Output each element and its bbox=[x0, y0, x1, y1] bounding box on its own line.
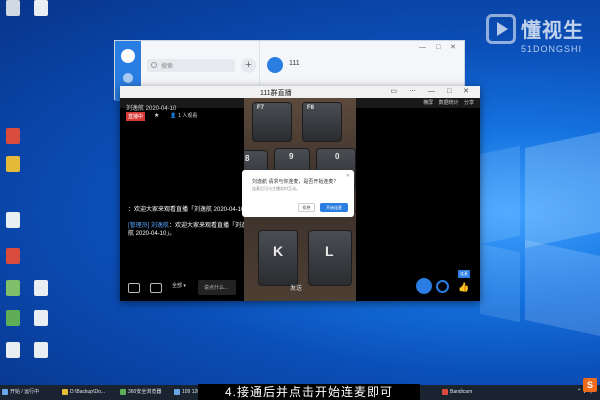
stats-button[interactable]: 数据统计 bbox=[439, 100, 459, 106]
connect-label: 连麦 bbox=[458, 270, 470, 278]
taskbar-item[interactable]: 开始 / 运行中 bbox=[0, 385, 56, 400]
start-connect-button[interactable]: 开始连麦 bbox=[320, 203, 348, 212]
file-icon bbox=[6, 212, 20, 228]
live-topbar-actions: 横屏 数据统计 分享 bbox=[419, 99, 474, 106]
send-button[interactable]: 发送 bbox=[290, 283, 302, 292]
search-icon bbox=[151, 62, 157, 68]
file-icon bbox=[34, 310, 48, 326]
mic-icon[interactable] bbox=[416, 278, 432, 294]
file-icon bbox=[6, 280, 20, 296]
add-button[interactable]: + bbox=[241, 58, 256, 73]
user-avatar[interactable] bbox=[121, 49, 135, 63]
brand-logo-icon: S bbox=[583, 378, 597, 392]
wallpaper-light-beam bbox=[480, 243, 520, 323]
watermark-logo-icon bbox=[486, 14, 516, 44]
keyboard-key: F8 bbox=[302, 102, 342, 142]
star-icon[interactable]: ★ bbox=[154, 112, 159, 119]
file-icon bbox=[6, 0, 20, 16]
file-icon bbox=[34, 280, 48, 296]
file-icon bbox=[6, 156, 20, 172]
desktop-icon-4[interactable] bbox=[2, 156, 24, 182]
desktop-icon-9[interactable] bbox=[2, 310, 24, 336]
watermark: 懂视生 51DONGSHI bbox=[486, 14, 600, 64]
file-icon bbox=[6, 310, 20, 326]
search-input[interactable]: 搜索 bbox=[147, 59, 235, 72]
window-controls[interactable]: ▭ ⋯ — □ ✕ bbox=[391, 87, 475, 95]
audience-select[interactable]: 全部 ▾ bbox=[172, 282, 186, 289]
host-name: 刘逸航 2020-04-10 bbox=[126, 106, 177, 112]
chat-nav-icon[interactable] bbox=[123, 73, 133, 83]
dialog-title: 刘逸航 请求与你连麦，是否开始连麦？ bbox=[252, 179, 339, 185]
contact-avatar[interactable] bbox=[267, 57, 283, 73]
desktop-icon-10[interactable] bbox=[30, 310, 52, 336]
file-icon bbox=[6, 342, 20, 358]
like-icon[interactable]: 👍 bbox=[458, 282, 469, 293]
chat-message: ：欢迎大家来观看直播「刘逸航 2020-04-10」 bbox=[128, 207, 251, 213]
export-icon[interactable] bbox=[150, 283, 162, 293]
chat-input[interactable]: 说点什么... bbox=[198, 280, 236, 295]
file-icon bbox=[6, 128, 20, 144]
desktop-icon-7[interactable] bbox=[2, 280, 24, 306]
cancel-button[interactable]: 拒绝 bbox=[298, 203, 315, 212]
desktop-background: 懂视生 51DONGSHI 搜索 + 111 — □ ✕ 111群直播 ▭ ⋯ … bbox=[0, 0, 600, 385]
desktop-icon-11[interactable] bbox=[2, 342, 24, 368]
taskbar-item[interactable]: D:\Backup\Do... bbox=[60, 385, 114, 400]
wallpaper-light-beam bbox=[525, 240, 600, 336]
contact-name: 111 bbox=[289, 60, 300, 67]
search-placeholder: 搜索 bbox=[161, 64, 174, 70]
file-icon bbox=[34, 0, 48, 16]
camera-icon[interactable] bbox=[436, 280, 449, 293]
desktop-icon-6[interactable] bbox=[2, 248, 24, 274]
desktop-icon-5[interactable] bbox=[2, 212, 24, 238]
watermark-subtext: 51DONGSHI bbox=[521, 44, 583, 54]
screen-share-icon[interactable] bbox=[128, 283, 140, 293]
desktop-icon-3[interactable] bbox=[2, 128, 24, 154]
watermark-text: 懂视生 bbox=[521, 20, 584, 42]
viewer-count: 👤 1 人观看 bbox=[170, 113, 198, 119]
wallpaper-light-beam bbox=[525, 132, 600, 248]
viewer-icon: 👤 bbox=[170, 113, 177, 119]
file-icon bbox=[34, 342, 48, 358]
connect-mic-dialog[interactable]: ✕ 刘逸航 请求与你连麦，是否开始连麦？ 连麦后可与主播实时互动。 拒绝 开始连… bbox=[242, 170, 354, 217]
taskbar-item[interactable]: Bandicam bbox=[440, 385, 494, 400]
share-button[interactable]: 分享 bbox=[464, 100, 474, 106]
window-controls[interactable]: — □ ✕ bbox=[419, 43, 460, 51]
desktop-icon-2[interactable] bbox=[30, 0, 52, 26]
live-stream-window[interactable]: 111群直播 ▭ ⋯ — □ ✕ 横屏 数据统计 分享 刘逸航 2020-04-… bbox=[120, 86, 480, 301]
close-icon[interactable]: ✕ bbox=[346, 173, 350, 179]
taskbar-item[interactable]: 360安全浏览器 bbox=[118, 385, 168, 400]
keyboard-key: F7 bbox=[252, 102, 292, 142]
landscape-button[interactable]: 横屏 bbox=[423, 100, 433, 106]
file-icon bbox=[6, 248, 20, 264]
wallpaper-light-beam bbox=[480, 145, 520, 245]
tutorial-caption: 4.接通后并点击开始连麦即可 bbox=[198, 384, 420, 400]
dialog-description: 连麦后可与主播实时互动。 bbox=[252, 186, 300, 191]
chat-message: [管理员] 刘逸航：欢迎大家来观看直播「刘逸航 2020-04-10」。 bbox=[128, 223, 248, 237]
live-status-badge: 直播中 bbox=[126, 112, 146, 121]
desktop-icon-1[interactable] bbox=[2, 0, 24, 26]
desktop-icon-12[interactable] bbox=[30, 342, 52, 368]
desktop-icon-8[interactable] bbox=[30, 280, 52, 306]
